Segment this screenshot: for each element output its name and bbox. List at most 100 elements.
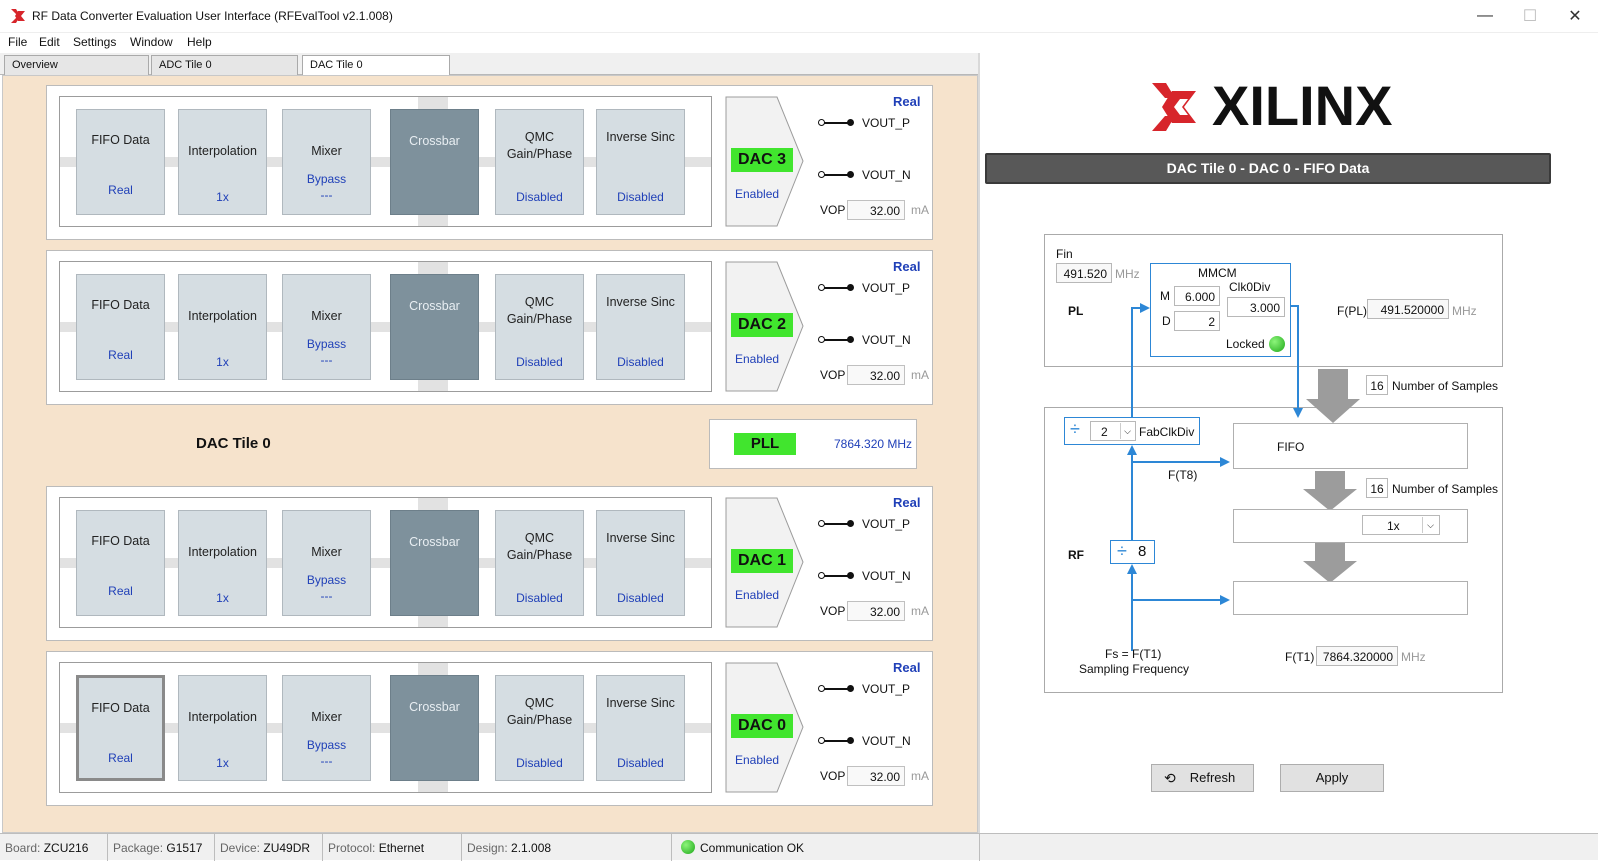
sinc-block[interactable]: Inverse Sinc Disabled (596, 675, 685, 781)
crossbar-block[interactable]: Crossbar (390, 274, 479, 380)
fin-label: Fin (1056, 247, 1073, 261)
maximize-button[interactable]: ☐ (1515, 4, 1545, 28)
status-device: Device: ZU49DR (215, 834, 323, 861)
menu-settings[interactable]: Settings (73, 35, 116, 49)
d-field[interactable]: 2 (1174, 311, 1220, 331)
vout-p-label: VOUT_P (862, 682, 911, 696)
dac-mode[interactable]: Real (893, 495, 920, 510)
vop-field[interactable]: 32.00 (847, 200, 905, 220)
fifo-block[interactable]: FIFO Data Real (76, 675, 165, 781)
dac-label[interactable]: DAC 0 (731, 714, 793, 738)
port-icon (847, 520, 854, 527)
mmcm-label: MMCM (1198, 266, 1237, 280)
qmc-block[interactable]: QMC Gain/Phase Disabled (495, 675, 584, 781)
mixer-title: Mixer (311, 144, 342, 158)
close-button[interactable]: ✕ (1560, 4, 1590, 28)
apply-button[interactable]: Apply (1280, 764, 1384, 792)
sinc-block[interactable]: Inverse Sinc Disabled (596, 109, 685, 215)
m-field[interactable]: 6.000 (1174, 286, 1220, 306)
fifo-title: FIFO Data (91, 298, 150, 312)
mixer-block[interactable]: Mixer Bypass --- (282, 510, 371, 616)
interp-block[interactable]: Interpolation 1x (178, 675, 267, 781)
mixer-value: Bypass (306, 738, 347, 752)
dac-label[interactable]: DAC 2 (731, 313, 793, 337)
menu-help[interactable]: Help (187, 35, 212, 49)
crossbar-block[interactable]: Crossbar (390, 510, 479, 616)
pll-block[interactable]: PLL 7864.320 MHz (709, 419, 917, 469)
menu-window[interactable]: Window (130, 35, 173, 49)
qmc-title: QMC Gain/Phase (506, 130, 573, 161)
port-icon (847, 336, 854, 343)
menu-file[interactable]: File (8, 35, 27, 49)
dac-label[interactable]: DAC 1 (731, 549, 793, 573)
qmc-block[interactable]: QMC Gain/Phase Disabled (495, 109, 584, 215)
dac-mode[interactable]: Real (893, 259, 920, 274)
qmc-title: QMC Gain/Phase (506, 531, 573, 562)
mixer-block[interactable]: Mixer Bypass --- (282, 109, 371, 215)
qmc-block[interactable]: QMC Gain/Phase Disabled (495, 510, 584, 616)
minimize-button[interactable]: — (1470, 4, 1500, 28)
pll-frequency: 7864.320 MHz (834, 437, 913, 451)
interp-block[interactable]: Interpolation 1x (178, 510, 267, 616)
signal-chain: FIFO Data Real Interpolation 1x Mixer Bypass -… (59, 497, 712, 628)
port-icon (818, 737, 825, 744)
mixer-value: Bypass (306, 573, 347, 587)
interp-value: 1x (216, 190, 229, 204)
refresh-button[interactable]: ⟲ Refresh (1151, 764, 1254, 792)
fifo-block[interactable]: FIFO Data Real (76, 510, 165, 616)
fpl-field: 491.520000 (1367, 299, 1449, 319)
vop-label: VOP (820, 604, 846, 618)
dac-mode[interactable]: Real (893, 660, 920, 675)
ft1-unit: MHz (1401, 650, 1426, 664)
fifo-block[interactable]: FIFO Data Real (76, 274, 165, 380)
tab-dac-tile-0[interactable]: DAC Tile 0 (302, 55, 450, 76)
status-communication: Communication OK (672, 834, 980, 861)
samples-field-2[interactable]: 16 (1366, 478, 1388, 498)
clk0div-field[interactable]: 3.000 (1227, 297, 1285, 317)
dac-status: Enabled (735, 753, 780, 767)
chevron-down-icon[interactable]: ⌵ (1422, 517, 1438, 533)
tab-adc-tile-0[interactable]: ADC Tile 0 (151, 55, 298, 75)
fs-label: Fs = F(T1) (1105, 647, 1162, 661)
mixer-value: --- (320, 754, 333, 768)
menu-edit[interactable]: Edit (39, 35, 60, 49)
chevron-down-icon[interactable]: ⌵ (1120, 423, 1134, 439)
fifo-block[interactable]: FIFO Data Real (76, 109, 165, 215)
qmc-block[interactable]: QMC Gain/Phase Disabled (495, 274, 584, 380)
sinc-block[interactable]: Inverse Sinc Disabled (596, 510, 685, 616)
vop-field[interactable]: 32.00 (847, 766, 905, 786)
dac-status: Enabled (735, 352, 780, 366)
fifo-value: Real (108, 751, 133, 765)
interp-title: Interpolation (188, 144, 257, 158)
mixer-block[interactable]: Mixer Bypass --- (282, 675, 371, 781)
tab-overview[interactable]: Overview (4, 55, 149, 75)
mixer-block[interactable]: Mixer Bypass --- (282, 274, 371, 380)
qmc-value: Disabled (516, 591, 563, 605)
flow-arrow-icon (1303, 471, 1357, 511)
interp-block[interactable]: Interpolation 1x (178, 109, 267, 215)
port-icon (847, 171, 854, 178)
detail-panel: XILINX DAC Tile 0 - DAC 0 - FIFO Data Fi… (980, 53, 1598, 833)
fabclkdiv-label: FabClkDiv (1139, 425, 1195, 439)
m-label: M (1160, 289, 1170, 303)
arrow-up-icon (1127, 564, 1137, 574)
interp-block[interactable]: Interpolation 1x (178, 274, 267, 380)
dac-label[interactable]: DAC 3 (731, 148, 793, 172)
fifo-label: FIFO (1277, 440, 1305, 454)
crossbar-block[interactable]: Crossbar (390, 109, 479, 215)
vop-field[interactable]: 32.00 (847, 601, 905, 621)
vop-field[interactable]: 32.00 (847, 365, 905, 385)
clock-line (1131, 573, 1133, 651)
divide-icon: ÷ (1117, 541, 1127, 561)
refresh-label: Refresh (1189, 770, 1236, 785)
sinc-block[interactable]: Inverse Sinc Disabled (596, 274, 685, 380)
xilinx-logo-text: XILINX (1212, 74, 1393, 137)
dac-mode[interactable]: Real (893, 94, 920, 109)
clk0div-label: Clk0Div (1229, 280, 1271, 294)
crossbar-title: Crossbar (409, 134, 460, 148)
fin-field[interactable]: 491.520 (1056, 263, 1112, 283)
samples-field-1[interactable]: 16 (1366, 375, 1388, 395)
sinc-value: Disabled (617, 591, 664, 605)
crossbar-block[interactable]: Crossbar (390, 675, 479, 781)
fifo-value: Real (108, 584, 133, 598)
